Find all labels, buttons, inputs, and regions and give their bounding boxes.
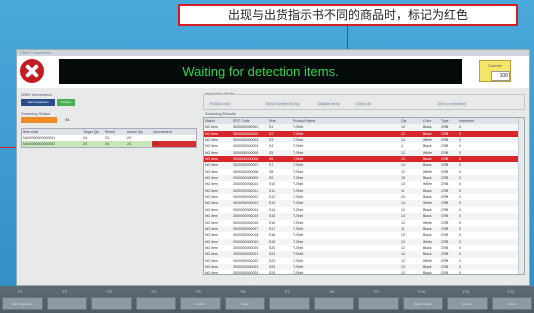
- order-label: WMS Information: [21, 92, 52, 97]
- summary-row-selected[interactable]: NA00000000000002 24 24 24 NG: [22, 141, 196, 147]
- mode-option[interactable]: Serial number linking: [264, 101, 301, 107]
- cell: S24: [269, 271, 276, 275]
- fkey-label: F2: [62, 289, 68, 294]
- fkey-button[interactable]: Confirm: [180, 297, 221, 310]
- cell: 24: [127, 142, 131, 146]
- cell: Black: [423, 271, 432, 275]
- status-message: Waiting for detection items.: [59, 59, 462, 84]
- brand-logo-icon: [20, 59, 44, 83]
- fkey-button[interactable]: Reprint Label: [402, 297, 443, 310]
- app-window: PBB-F Inspection Waiting for detection i…: [16, 49, 530, 286]
- fkey-button[interactable]: [91, 297, 132, 310]
- cell: 0: [459, 271, 461, 275]
- cell: T-Shirt: [293, 271, 304, 275]
- fkey-label: F7: [285, 289, 290, 294]
- fkey-button[interactable]: [269, 297, 310, 310]
- scan-value: 94: [65, 117, 70, 122]
- mode-group: Product only Serial number linking Multi…: [203, 94, 525, 110]
- fkey-label: F12: [507, 289, 515, 294]
- annotation-callout: 出现与出货指示书不同的商品时，标记为红色: [178, 4, 518, 26]
- mismatch-cell: NG: [152, 141, 196, 147]
- scan-status-indicator: [21, 117, 57, 123]
- confirm-button[interactable]: Confirm: [57, 99, 75, 106]
- cell: NA00000000000002: [23, 142, 56, 146]
- cell: 24: [83, 142, 87, 146]
- counter-value: 100: [491, 71, 510, 81]
- cell: 12: [401, 271, 405, 275]
- scan-label: Scanning Status: [21, 111, 51, 116]
- function-key-toolbar: F1 Start Inspection F2 F3 F4 F5 Confirm F6 Clear…: [0, 286, 534, 313]
- results-grid-body: Status EPC Code Size Product Name Qty Color Ty…: [204, 118, 524, 275]
- counter-label: Counter: [487, 63, 503, 68]
- mode-option[interactable]: Multiple items: [316, 101, 342, 107]
- fkey-label: F9: [374, 289, 379, 294]
- cell: 3000000000024: [233, 271, 259, 275]
- mode-option[interactable]: Product only: [208, 101, 232, 107]
- mode-option[interactable]: Alert on mismatch: [436, 101, 469, 107]
- start-inspection-button[interactable]: Start Inspection: [21, 99, 55, 106]
- fkey-label: F1: [18, 289, 23, 294]
- fkey-label: F6: [240, 289, 246, 294]
- left-callout-leader-line: [0, 147, 16, 148]
- results-grid: Status EPC Code Size Product Name Qty Color Ty…: [203, 117, 525, 275]
- cell: NG item: [205, 271, 218, 275]
- fkey-button[interactable]: [358, 297, 399, 310]
- fkey-button[interactable]: [46, 297, 87, 310]
- fkey-button[interactable]: [135, 297, 176, 310]
- fkey-button[interactable]: [313, 297, 354, 310]
- grid-label: Scanning Results: [205, 111, 237, 116]
- grid-scrollbar[interactable]: [518, 118, 524, 274]
- counter-panel: Counter 100: [479, 60, 511, 82]
- fkey-button[interactable]: Start Inspection: [2, 297, 43, 310]
- fkey-button[interactable]: Export: [447, 297, 488, 310]
- mode-option[interactable]: Check all: [354, 101, 373, 107]
- fkey-label: F11: [463, 289, 470, 294]
- fkey-button[interactable]: Close: [491, 297, 532, 310]
- right-panel: Inspection Mode Product only Serial numb…: [203, 91, 529, 281]
- left-panel: WMS Information Start Inspection Confirm…: [21, 91, 201, 211]
- header-banner: Waiting for detection items. Counter 100: [17, 56, 529, 88]
- fkey-label: F8: [329, 289, 335, 294]
- fkey-label: F5: [196, 289, 201, 294]
- table-row[interactable]: NG item 3000000000024 S24 T-Shirt 12 Black CRB…: [204, 270, 524, 275]
- fkey-button[interactable]: Clear: [224, 297, 265, 310]
- cell: CRB: [441, 271, 449, 275]
- fkey-label: F10: [418, 289, 426, 294]
- summary-table: Item code Target Qty Result Actual Qty I…: [21, 128, 197, 148]
- fkey-label: F3: [107, 289, 112, 294]
- fkey-label: F4: [151, 289, 157, 294]
- cell: 24: [105, 142, 109, 146]
